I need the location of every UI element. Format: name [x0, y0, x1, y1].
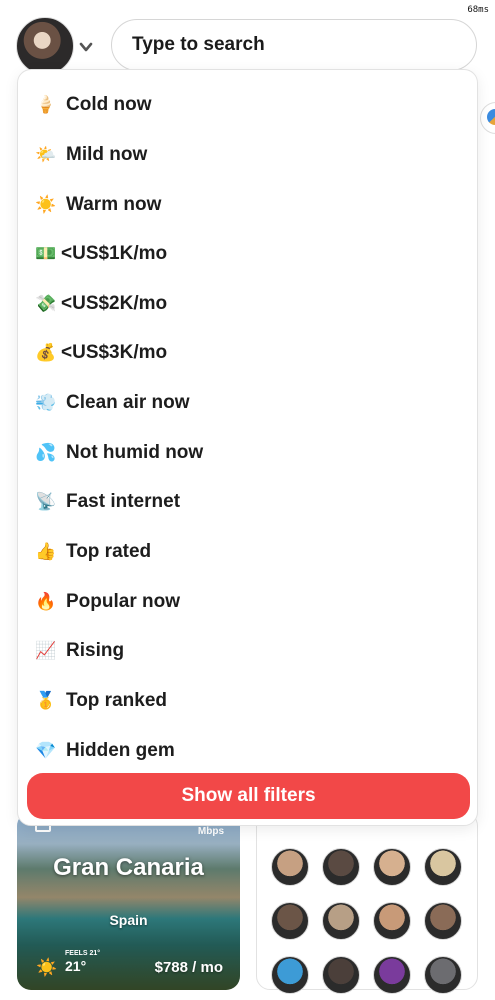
member-avatar[interactable] — [271, 902, 309, 940]
members-card[interactable] — [256, 812, 478, 994]
filter-item[interactable]: 💰 <US$3K/mo — [34, 335, 167, 371]
city-card[interactable]: Mbps Gran Canaria Spain ☀️ FEELS 21° 21°… — [17, 812, 240, 990]
member-avatar[interactable] — [373, 848, 411, 886]
filter-label: Not humid now — [66, 442, 204, 463]
internet-speed-label: Mbps — [197, 826, 224, 837]
member-avatar[interactable] — [322, 902, 360, 940]
filter-label: <US$2K/mo — [61, 293, 168, 314]
filter-label: Clean air now — [66, 392, 190, 413]
filter-item[interactable]: 🍦 Cold now — [34, 87, 151, 123]
member-avatar[interactable] — [322, 956, 360, 994]
member-avatar[interactable] — [373, 956, 411, 994]
user-avatar[interactable] — [16, 17, 74, 75]
filter-item[interactable]: 💦 Not humid now — [34, 435, 203, 471]
filter-label: <US$1K/mo — [61, 243, 168, 264]
filter-label: <US$3K/mo — [61, 342, 168, 363]
filter-emoji-icon: 📡 — [35, 492, 57, 511]
member-avatar[interactable] — [271, 848, 309, 886]
member-avatar[interactable] — [373, 902, 411, 940]
filter-label: Rising — [66, 640, 125, 661]
filter-dropdown: 🍦 Cold now 🌤️ Mild now ☀️ Warm now 💵 <US$1K/mo 💸… — [17, 69, 478, 826]
cost-of-living-value: $788 / mo — [154, 959, 223, 976]
filter-emoji-icon: 🥇 — [35, 691, 57, 710]
globe-icon[interactable] — [480, 102, 495, 134]
filter-label: Warm now — [66, 194, 162, 215]
temperature-value: 21° — [65, 958, 87, 974]
filter-emoji-icon: 🌤️ — [35, 145, 57, 164]
chevron-down-icon[interactable] — [79, 40, 93, 54]
filter-emoji-icon: ☀️ — [35, 195, 57, 214]
sun-icon: ☀️ — [36, 958, 58, 977]
filter-item[interactable]: 🥇 Top ranked — [34, 683, 167, 719]
filter-item[interactable]: ☀️ Warm now — [34, 187, 161, 223]
filter-label: Top rated — [66, 541, 152, 562]
filter-item[interactable]: 💎 Hidden gem — [34, 733, 175, 769]
show-all-filters-button[interactable]: Show all filters — [27, 773, 470, 819]
filter-item[interactable]: 📡 Fast internet — [34, 484, 180, 520]
filter-label: Hidden gem — [66, 740, 175, 761]
search-input[interactable] — [130, 33, 458, 57]
city-country: Spain — [109, 912, 148, 928]
filter-emoji-icon: 📈 — [35, 641, 57, 660]
feels-like-label: FEELS 21° — [65, 950, 101, 957]
city-name: Gran Canaria — [53, 854, 204, 881]
filter-emoji-icon: 👍 — [35, 542, 57, 561]
filter-emoji-icon: 💎 — [35, 741, 57, 760]
filter-label: Mild now — [66, 144, 148, 165]
filter-item[interactable]: 💵 <US$1K/mo — [34, 236, 167, 272]
filter-item[interactable]: 💸 <US$2K/mo — [34, 286, 167, 322]
member-avatar[interactable] — [424, 848, 462, 886]
render-time-label: 68ms — [467, 5, 489, 15]
filter-emoji-icon: 💵 — [35, 244, 57, 263]
filter-emoji-icon: 💨 — [35, 393, 57, 412]
member-avatar[interactable] — [424, 902, 462, 940]
filter-emoji-icon: 💰 — [35, 343, 57, 362]
filter-emoji-icon: 💦 — [35, 443, 57, 462]
member-avatar[interactable] — [271, 956, 309, 994]
filter-item[interactable]: 🔥 Popular now — [34, 584, 180, 620]
filter-emoji-icon: 🍦 — [35, 95, 57, 114]
filter-label: Popular now — [66, 591, 180, 612]
filter-label: Cold now — [66, 94, 152, 115]
filter-label: Fast internet — [66, 491, 181, 512]
member-avatar[interactable] — [322, 848, 360, 886]
filter-item[interactable]: 💨 Clean air now — [34, 385, 190, 421]
member-avatar[interactable] — [424, 956, 462, 994]
filter-emoji-icon: 🔥 — [35, 592, 57, 611]
search-bar[interactable] — [111, 19, 477, 71]
filter-label: Top ranked — [66, 690, 167, 711]
filter-item[interactable]: 👍 Top rated — [34, 534, 151, 570]
filter-emoji-icon: 💸 — [35, 294, 57, 313]
filter-item[interactable]: 🌤️ Mild now — [34, 137, 147, 173]
filter-item[interactable]: 📈 Rising — [34, 633, 124, 669]
